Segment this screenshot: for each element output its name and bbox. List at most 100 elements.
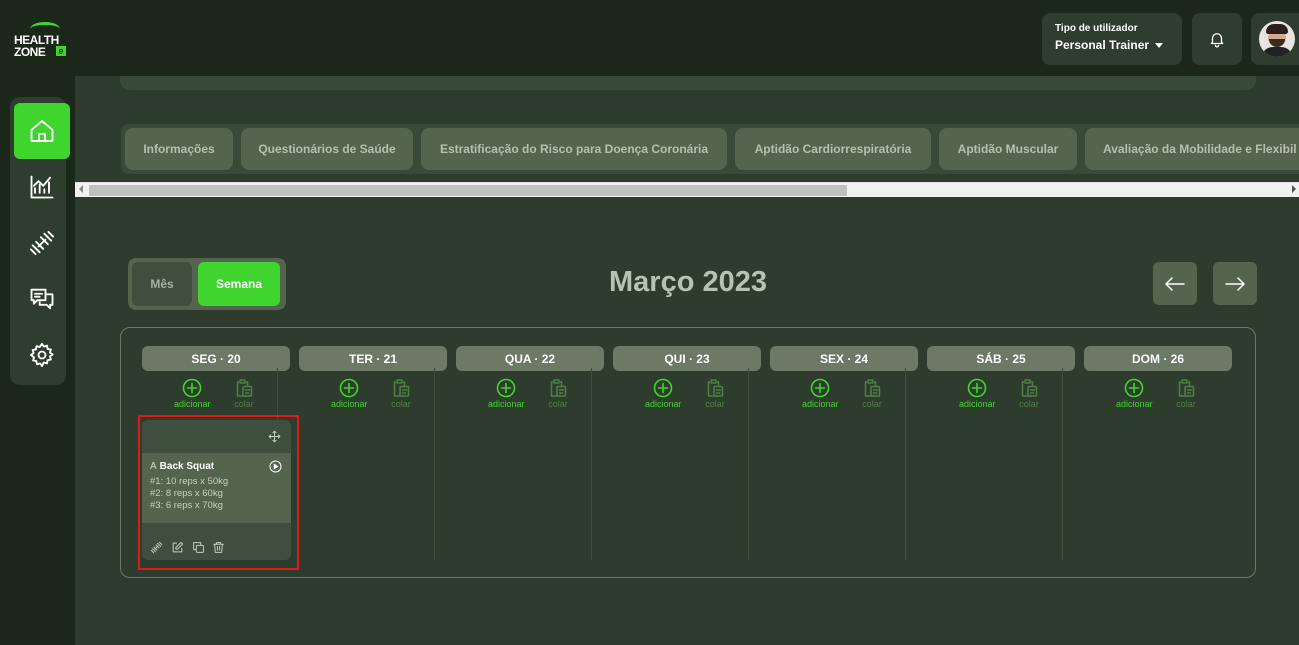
add-label: adicionar: [959, 399, 996, 409]
tab-aptidao-muscular[interactable]: Aptidão Muscular: [939, 128, 1077, 170]
logo-badge: e: [56, 46, 66, 56]
paste-label: colar: [862, 399, 882, 409]
paste-label: colar: [548, 399, 568, 409]
profile-button[interactable]: [1251, 13, 1299, 65]
day-column: TER · 21 adicionar colar: [278, 328, 447, 577]
paste-label: colar: [1019, 399, 1039, 409]
exercise-name: Back Squat: [159, 461, 215, 472]
trash-icon[interactable]: [212, 541, 225, 554]
dumbbell-icon[interactable]: [150, 541, 163, 554]
exercise-set: #3: 6 reps x 70kg: [150, 500, 223, 511]
sidebar-item-workouts[interactable]: [14, 215, 70, 271]
workout-card[interactable]: A Back Squat #1: 10 reps x 50kg #2: 8 rep…: [142, 420, 291, 560]
sidebar-item-statistics[interactable]: [14, 159, 70, 215]
day-header: SEX · 24: [770, 346, 918, 371]
next-week-button[interactable]: [1213, 262, 1257, 305]
exercise-set: #1: 10 reps x 50kg: [150, 476, 229, 487]
month-title: Março 2023: [609, 266, 767, 298]
tab-avaliacao-mobilidade[interactable]: Avaliação da Mobilidade e Flexibil: [1085, 128, 1299, 170]
tab-estratificacao-risco[interactable]: Estratificação do Risco para Doença Coro…: [421, 128, 727, 170]
add-workout-button[interactable]: adicionar: [959, 378, 996, 409]
day-column: SÁB · 25 adicionar colar: [906, 328, 1075, 577]
add-workout-button[interactable]: adicionar: [174, 378, 211, 409]
chart-icon: [30, 175, 54, 199]
clipboard-icon: [1021, 379, 1038, 397]
app-logo[interactable]: HEALTH ZONE e: [12, 22, 68, 59]
clipboard-icon: [236, 379, 253, 397]
day-column: QUI · 23 adicionar colar: [592, 328, 761, 577]
scroll-left-arrow[interactable]: [79, 185, 83, 193]
tabs-container: Informações Questionários de Saúde Estra…: [121, 124, 1299, 174]
logo-line-2: ZONE: [14, 45, 46, 59]
day-header: QUI · 23: [613, 346, 761, 371]
chevron-down-icon: [1155, 42, 1164, 48]
exercise-set: #2: 8 reps x 60kg: [150, 488, 223, 499]
move-icon[interactable]: [268, 430, 281, 443]
exercise-block: A Back Squat #1: 10 reps x 50kg #2: 8 rep…: [142, 453, 291, 523]
add-label: adicionar: [1116, 399, 1153, 409]
day-header: SEG · 20: [142, 346, 290, 371]
paste-workout-button[interactable]: colar: [862, 378, 882, 409]
home-icon: [30, 120, 54, 142]
card-actions: [142, 523, 291, 560]
sidebar-item-messages[interactable]: [14, 271, 70, 327]
plus-circle-icon: [1124, 378, 1144, 398]
exercise-title: A Back Squat: [150, 461, 283, 472]
sidebar-item-home[interactable]: [14, 103, 70, 159]
scroll-right-arrow[interactable]: [1292, 185, 1296, 193]
paste-workout-button[interactable]: colar: [391, 378, 411, 409]
plus-circle-icon: [339, 378, 359, 398]
plus-circle-icon: [810, 378, 830, 398]
bell-icon: [1210, 33, 1224, 48]
add-workout-button[interactable]: adicionar: [802, 378, 839, 409]
clipboard-icon: [550, 379, 567, 397]
plus-circle-icon: [967, 378, 987, 398]
user-type-dropdown[interactable]: Personal Trainer: [1055, 38, 1169, 52]
add-label: adicionar: [174, 399, 211, 409]
arrow-right-icon: [1225, 276, 1245, 291]
play-circle-icon[interactable]: [269, 460, 282, 473]
collapsed-panel: [120, 76, 1256, 90]
sidebar-item-settings[interactable]: [14, 327, 70, 383]
scroll-thumb[interactable]: [89, 185, 847, 196]
user-type-selector[interactable]: Tipo de utilizador Personal Trainer: [1042, 13, 1182, 65]
dumbbell-icon: [29, 230, 55, 256]
add-workout-button[interactable]: adicionar: [645, 378, 682, 409]
day-column: QUA · 22 adicionar colar: [435, 328, 604, 577]
user-type-label: Tipo de utilizador: [1055, 23, 1138, 34]
previous-week-button[interactable]: [1153, 262, 1197, 305]
day-column: SEX · 24 adicionar colar: [749, 328, 918, 577]
edit-icon[interactable]: [171, 541, 184, 554]
tabs-scrollbar[interactable]: [75, 182, 1299, 197]
month-view-button[interactable]: Mês: [132, 262, 192, 306]
plus-circle-icon: [653, 378, 673, 398]
add-workout-button[interactable]: adicionar: [1116, 378, 1153, 409]
gear-icon: [29, 342, 54, 368]
paste-label: colar: [1176, 399, 1196, 409]
sidebar-nav: [10, 97, 70, 385]
add-workout-button[interactable]: adicionar: [488, 378, 525, 409]
exercise-letter: A: [150, 461, 157, 472]
paste-workout-button[interactable]: colar: [705, 378, 725, 409]
tab-informacoes[interactable]: Informações: [125, 128, 233, 170]
add-workout-button[interactable]: adicionar: [331, 378, 368, 409]
paste-workout-button[interactable]: colar: [234, 378, 254, 409]
view-toggle: Mês Semana: [128, 258, 286, 310]
avatar: [1259, 21, 1295, 57]
tab-aptidao-cardiorrespiratoria[interactable]: Aptidão Cardiorrespiratória: [735, 128, 931, 170]
clipboard-icon: [864, 379, 881, 397]
notifications-button[interactable]: [1192, 13, 1242, 65]
add-label: adicionar: [331, 399, 368, 409]
arrow-left-icon: [1165, 276, 1185, 291]
clipboard-icon: [393, 379, 410, 397]
assessment-tabs: Informações Questionários de Saúde Estra…: [75, 124, 1299, 198]
paste-workout-button[interactable]: colar: [548, 378, 568, 409]
paste-workout-button[interactable]: colar: [1176, 378, 1196, 409]
tab-questionarios-saude[interactable]: Questionários de Saúde: [241, 128, 413, 170]
week-view-button[interactable]: Semana: [198, 262, 280, 306]
paste-label: colar: [705, 399, 725, 409]
day-column: DOM · 26 adicionar colar: [1063, 328, 1232, 577]
add-label: adicionar: [645, 399, 682, 409]
copy-icon[interactable]: [192, 541, 205, 554]
paste-workout-button[interactable]: colar: [1019, 378, 1039, 409]
